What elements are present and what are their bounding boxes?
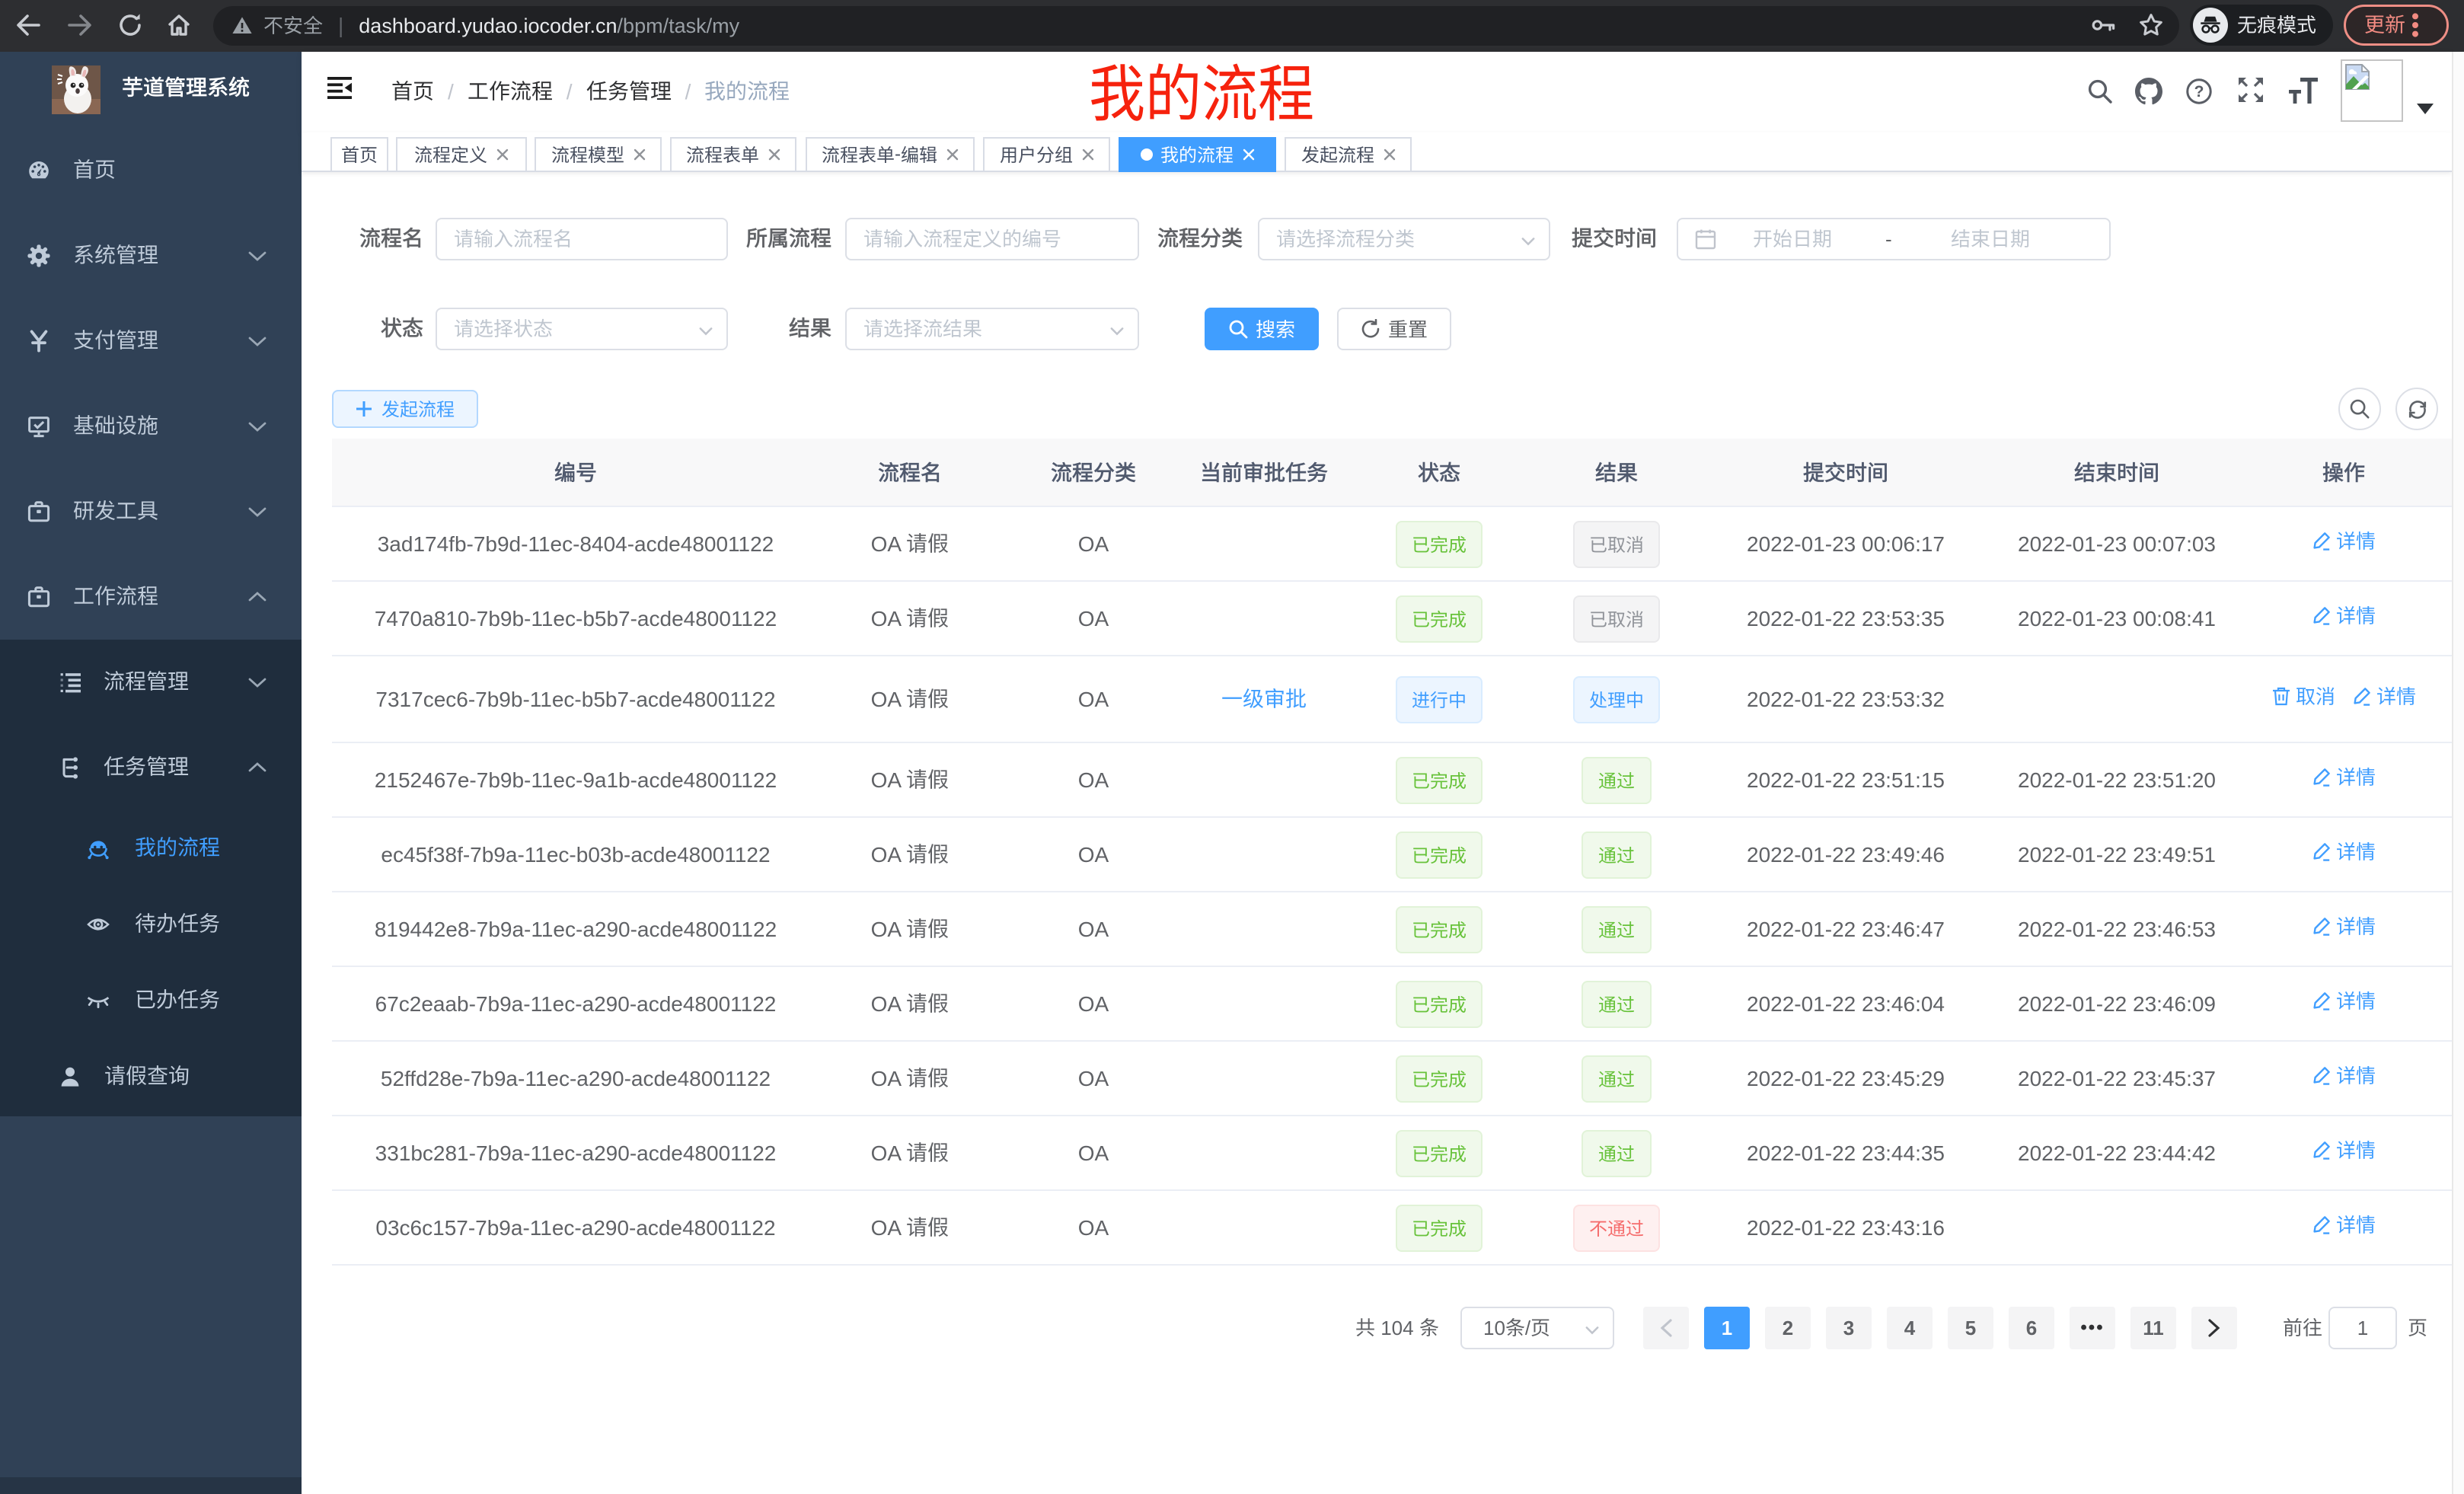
svg-text:?: ?: [2194, 83, 2204, 101]
